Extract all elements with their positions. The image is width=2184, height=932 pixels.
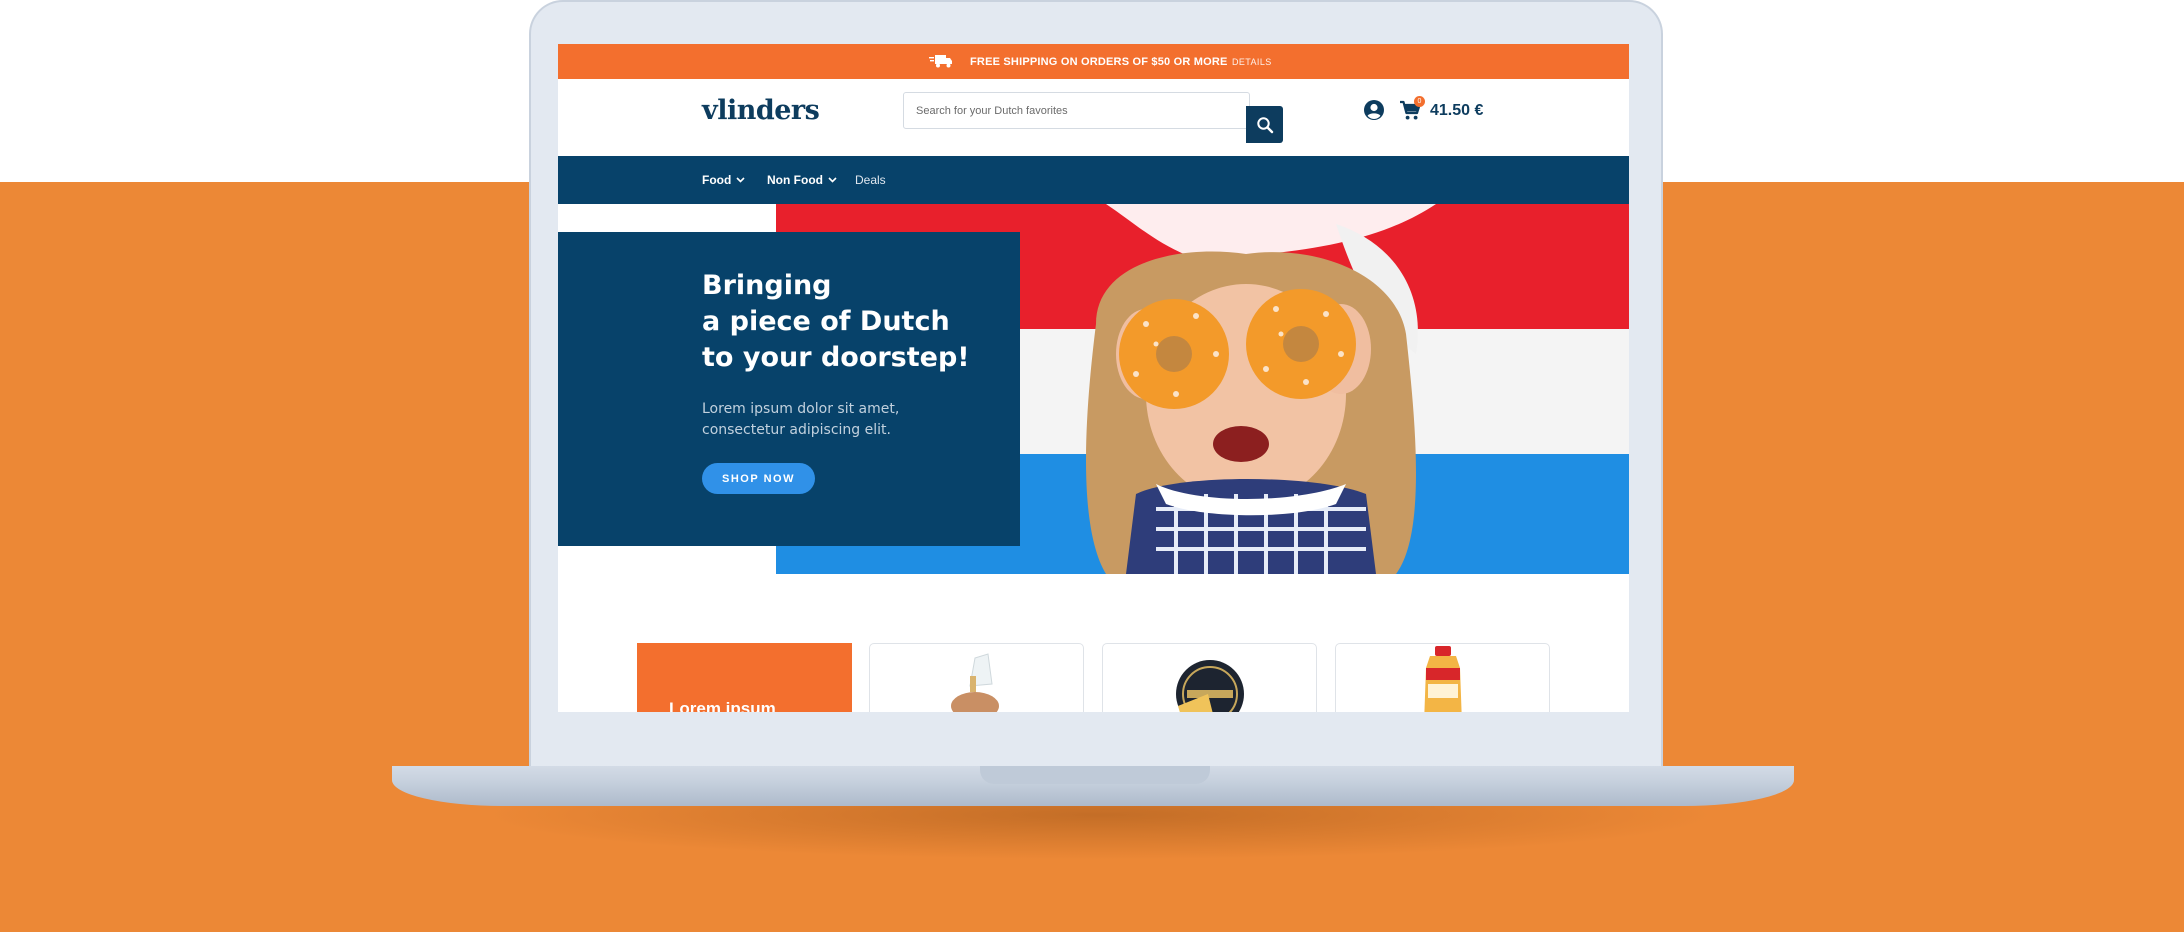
hero-headline: Bringing a piece of Dutch to your doorst… bbox=[702, 268, 1002, 376]
product-image bbox=[1176, 660, 1244, 712]
product-card[interactable] bbox=[1335, 643, 1550, 712]
product-card[interactable] bbox=[1102, 643, 1317, 712]
category-promo-card[interactable]: Lorem ipsum bbox=[637, 643, 852, 712]
promo-details-link[interactable]: DETAILS bbox=[1232, 57, 1272, 67]
search-input[interactable] bbox=[904, 93, 1228, 128]
shop-now-button[interactable]: SHOP NOW bbox=[702, 463, 815, 494]
chevron-down-icon bbox=[828, 177, 837, 183]
product-image bbox=[1424, 646, 1462, 712]
promo-card-title: Lorem ipsum bbox=[669, 699, 776, 712]
hero-headline-line: to your doorstep! bbox=[702, 342, 970, 373]
hero-headline-line: Bringing bbox=[702, 270, 832, 301]
nav-item-food[interactable]: Food bbox=[702, 173, 745, 187]
laptop-notch bbox=[980, 766, 1210, 784]
search-box bbox=[903, 92, 1283, 143]
nav-item-label: Food bbox=[702, 173, 732, 187]
product-card[interactable] bbox=[869, 643, 1084, 712]
website-screen: FREE SHIPPING ON ORDERS OF $50 OR MORE D… bbox=[558, 44, 1629, 712]
truck-icon bbox=[929, 55, 952, 68]
cart-count-badge: 0 bbox=[1414, 96, 1425, 107]
hero-headline-line: a piece of Dutch bbox=[702, 306, 950, 337]
search-icon bbox=[1256, 116, 1273, 133]
site-header: vlinders 0 41.50 € bbox=[558, 79, 1629, 156]
nav-item-label: Non Food bbox=[767, 173, 823, 187]
main-nav: Food Non Food Deals bbox=[558, 156, 1629, 204]
product-image bbox=[951, 653, 999, 712]
hero-subtitle: Lorem ipsum dolor sit amet, consectetur … bbox=[702, 401, 900, 438]
search-button[interactable] bbox=[1246, 106, 1283, 143]
site-logo[interactable]: vlinders bbox=[702, 95, 820, 126]
nav-item-deals[interactable]: Deals bbox=[855, 173, 886, 187]
nav-item-label: Deals bbox=[855, 173, 886, 187]
shipping-promo-bar: FREE SHIPPING ON ORDERS OF $50 OR MORE D… bbox=[558, 44, 1629, 79]
user-icon[interactable] bbox=[1363, 99, 1385, 121]
chevron-down-icon bbox=[736, 177, 745, 183]
nav-item-non-food[interactable]: Non Food bbox=[767, 173, 837, 187]
shipping-promo-text: FREE SHIPPING ON ORDERS OF $50 OR MORE bbox=[970, 56, 1228, 68]
cart-total[interactable]: 41.50 € bbox=[1430, 102, 1483, 120]
